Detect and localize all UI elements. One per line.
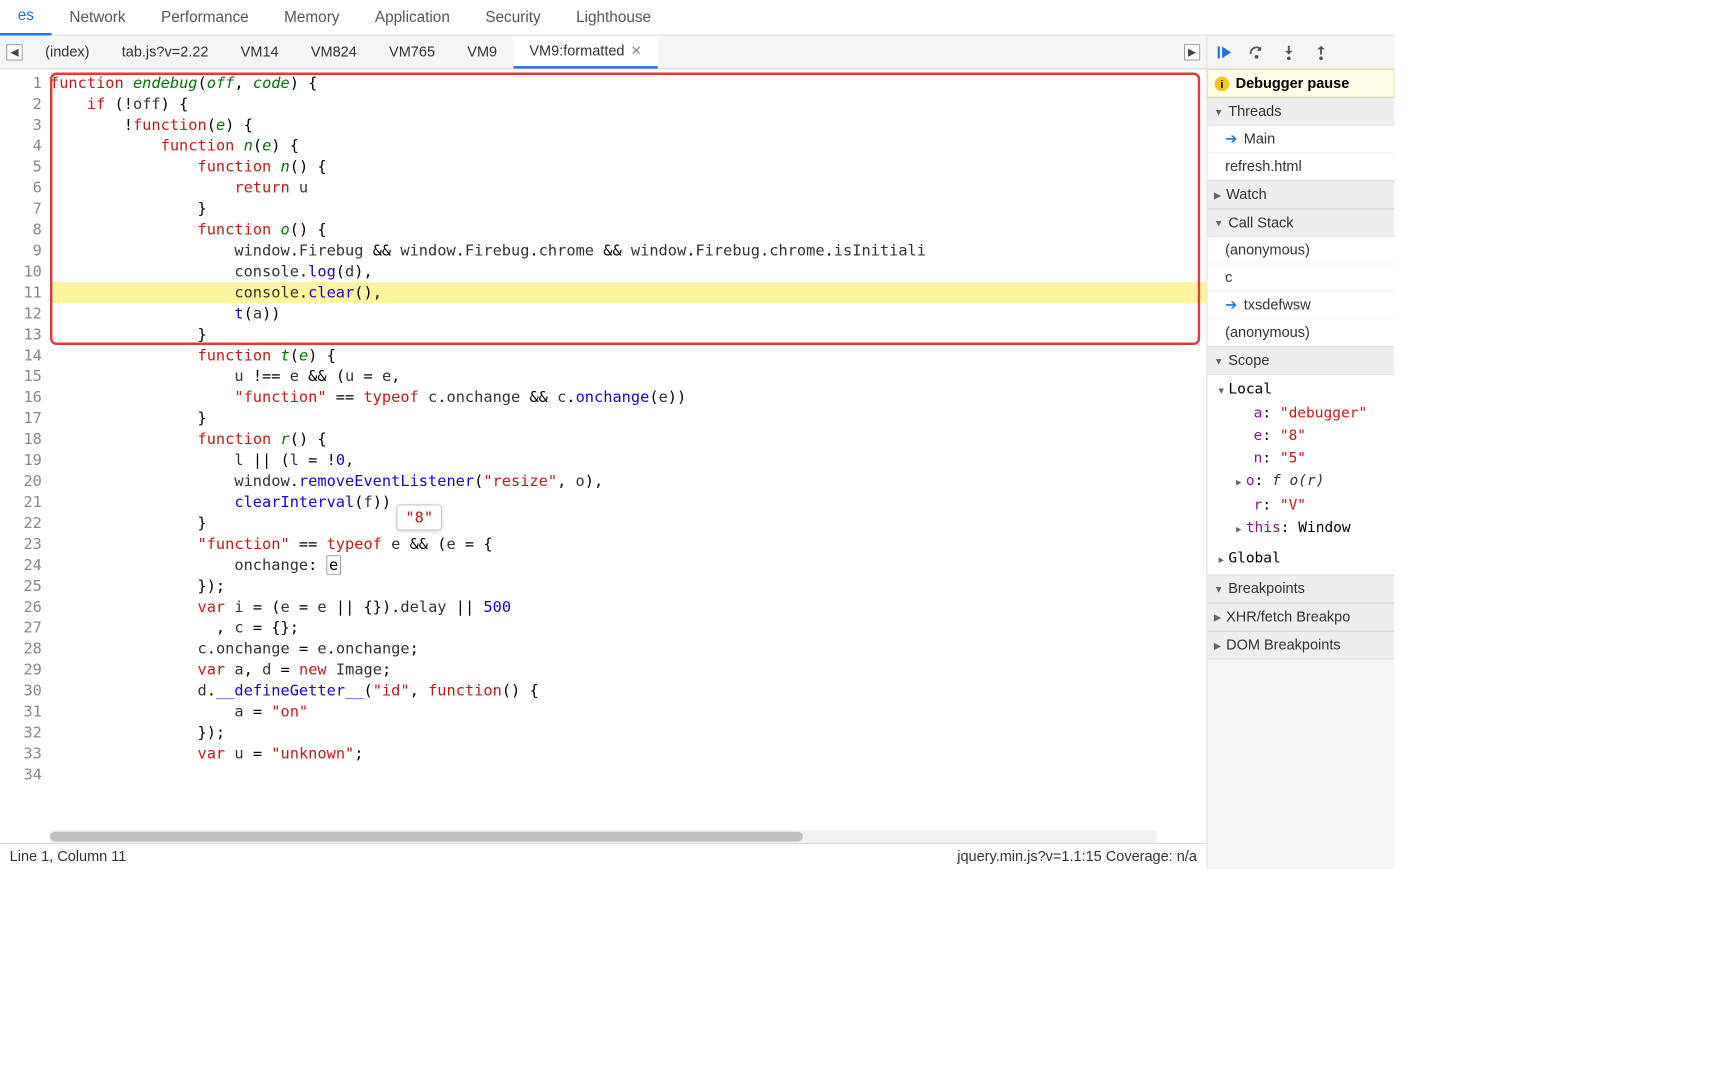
debugger-toolbar (1207, 35, 1394, 69)
close-icon[interactable]: ✕ (631, 43, 642, 59)
active-arrow-icon: ➔ (1225, 131, 1237, 148)
file-tab[interactable]: VM9:formatted✕ (513, 36, 658, 68)
devtools-tab-performance[interactable]: Performance (143, 0, 266, 34)
devtools-tab-memory[interactable]: Memory (266, 0, 357, 34)
call-stack-frame[interactable]: (anonymous) (1207, 237, 1394, 264)
code-editor[interactable]: 1234567891011121314151617181920212223242… (0, 69, 1207, 830)
thread-item[interactable]: refresh.html (1207, 153, 1394, 180)
scope-local[interactable]: ▼Local a: "debugger" e: "8" n: "5" ▶o: f… (1207, 375, 1394, 544)
call-stack-frame[interactable]: ➔txsdefwsw (1207, 292, 1394, 319)
step-out-icon[interactable] (1312, 43, 1330, 61)
nav-back-button[interactable]: ◀ (6, 44, 22, 60)
devtools-top-tabs: esNetworkPerformanceMemoryApplicationSec… (0, 0, 1394, 35)
devtools-tab-network[interactable]: Network (52, 0, 144, 34)
scope-header[interactable]: ▼Scope (1207, 347, 1394, 374)
value-tooltip: "8" (397, 505, 442, 531)
horizontal-scrollbar[interactable] (50, 830, 1157, 843)
call-stack-frame[interactable]: (anonymous) (1207, 319, 1394, 346)
xhr-breakpoints-header[interactable]: ▶XHR/fetch Breakpo (1207, 604, 1394, 631)
devtools-tab-es[interactable]: es (0, 0, 52, 35)
file-tab[interactable]: VM14 (225, 37, 295, 67)
code-content[interactable]: function endebug(off, code) { if (!off) … (50, 69, 1207, 830)
breakpoints-header[interactable]: ▼Breakpoints (1207, 575, 1394, 602)
nav-forward-button[interactable]: ▶ (1184, 44, 1200, 60)
step-over-icon[interactable] (1248, 43, 1266, 61)
coverage-info: jquery.min.js?v=1.1:15 Coverage: n/a (957, 848, 1197, 865)
devtools-tab-lighthouse[interactable]: Lighthouse (558, 0, 668, 34)
watch-header[interactable]: ▶Watch (1207, 181, 1394, 208)
call-stack-frame[interactable]: c (1207, 264, 1394, 291)
debugger-paused-banner: i Debugger pause (1207, 69, 1394, 97)
cursor-position: Line 1, Column 11 (10, 848, 127, 865)
step-into-icon[interactable] (1280, 43, 1298, 61)
info-icon: i (1215, 76, 1230, 91)
file-tab[interactable]: VM9 (451, 37, 513, 67)
file-tab[interactable]: tab.js?v=2.22 (106, 37, 225, 67)
file-tab[interactable]: (index) (29, 37, 106, 67)
file-tab[interactable]: VM824 (295, 37, 373, 67)
debugger-paused-label: Debugger pause (1236, 75, 1350, 92)
line-gutter: 1234567891011121314151617181920212223242… (0, 69, 50, 830)
active-arrow-icon: ➔ (1225, 297, 1237, 314)
debugger-panel: i Debugger pause ▼Threads ➔Mainrefresh.h… (1207, 35, 1394, 868)
file-tab-bar: ◀ (index)tab.js?v=2.22VM14VM824VM765VM9V… (0, 35, 1207, 69)
thread-item[interactable]: ➔Main (1207, 126, 1394, 153)
file-tab[interactable]: VM765 (373, 37, 451, 67)
dom-breakpoints-header[interactable]: ▶DOM Breakpoints (1207, 632, 1394, 659)
threads-header[interactable]: ▼Threads (1207, 98, 1394, 125)
devtools-tab-security[interactable]: Security (468, 0, 559, 34)
scope-global[interactable]: ▶Global (1207, 544, 1394, 575)
devtools-tab-application[interactable]: Application (357, 0, 467, 34)
resume-icon[interactable] (1215, 43, 1233, 61)
call-stack-header[interactable]: ▼Call Stack (1207, 210, 1394, 237)
status-bar: Line 1, Column 11 jquery.min.js?v=1.1:15… (0, 843, 1207, 869)
